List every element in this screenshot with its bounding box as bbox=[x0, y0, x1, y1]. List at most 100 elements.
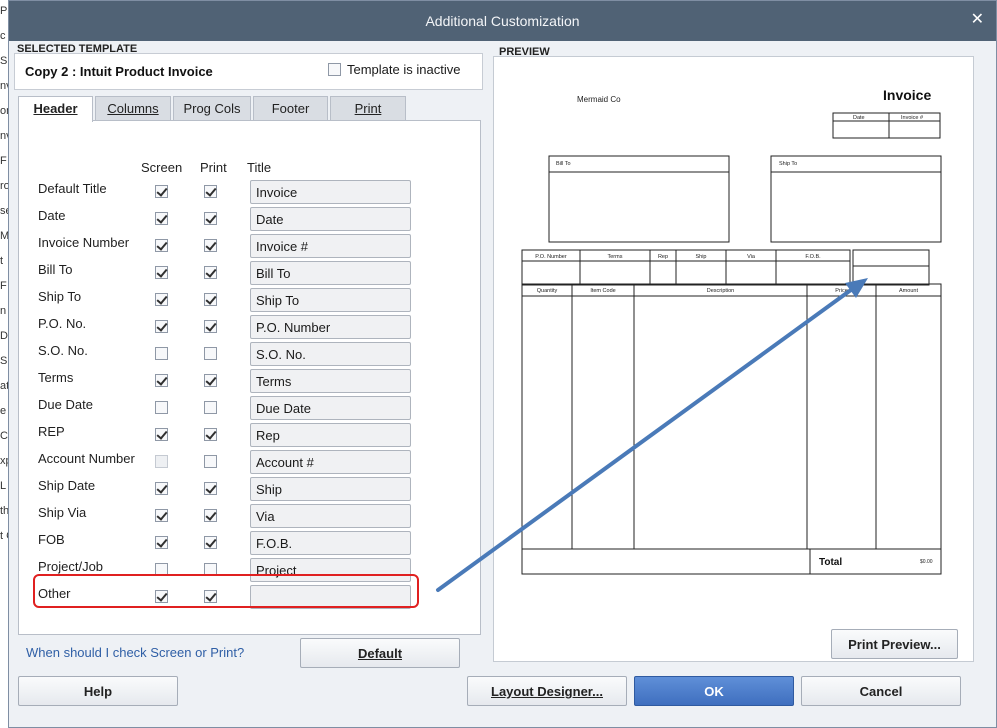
screen-checkbox[interactable] bbox=[155, 293, 168, 306]
field-label: Default Title bbox=[38, 181, 107, 196]
field-label: Ship Via bbox=[38, 505, 87, 520]
field-label: Terms bbox=[38, 370, 74, 385]
tab-strip: Header Columns Prog Cols Footer Print bbox=[18, 96, 408, 122]
template-inactive-checkbox[interactable] bbox=[328, 63, 341, 76]
ok-button[interactable]: OK bbox=[634, 676, 794, 706]
field-row: S.O. No. S.O. No. bbox=[10, 342, 486, 369]
title-input[interactable]: Rep bbox=[250, 423, 411, 447]
tab-print[interactable]: Print bbox=[330, 96, 406, 120]
field-row: P.O. No. P.O. Number bbox=[10, 315, 486, 342]
screen-checkbox[interactable] bbox=[155, 185, 168, 198]
preview-line-header: Description bbox=[707, 288, 735, 294]
print-checkbox[interactable] bbox=[204, 293, 217, 306]
window-title: Additional Customization bbox=[425, 13, 580, 29]
title-input[interactable]: Bill To bbox=[250, 261, 411, 285]
field-row: REP Rep bbox=[10, 423, 486, 450]
screen-checkbox[interactable] bbox=[155, 320, 168, 333]
field-label: P.O. No. bbox=[38, 316, 87, 331]
screen-column-header: Screen bbox=[141, 160, 183, 175]
invoice-preview-drawing: Mermaid Co Invoice Date Invoice # Bill T… bbox=[521, 87, 942, 575]
title-input[interactable]: Ship To bbox=[250, 288, 411, 312]
title-input[interactable]: Ship bbox=[250, 477, 411, 501]
preview-line-header: Item Code bbox=[590, 288, 615, 294]
title-input[interactable]: F.O.B. bbox=[250, 531, 411, 555]
field-label: Bill To bbox=[38, 262, 73, 277]
field-row: Date Date bbox=[10, 207, 486, 234]
preview-total-label: Total bbox=[819, 557, 842, 568]
invoice-preview: Mermaid Co Invoice Date Invoice # Bill T… bbox=[493, 56, 974, 662]
default-button[interactable]: Default bbox=[300, 638, 460, 668]
template-name: Copy 2 : Intuit Product Invoice bbox=[25, 64, 213, 79]
tab-prog-cols[interactable]: Prog Cols bbox=[173, 96, 251, 120]
print-checkbox[interactable] bbox=[204, 428, 217, 441]
print-checkbox[interactable] bbox=[204, 374, 217, 387]
preview-lines-table bbox=[521, 283, 942, 575]
field-label: S.O. No. bbox=[38, 343, 88, 358]
screen-checkbox[interactable] bbox=[155, 239, 168, 252]
screen-checkbox[interactable] bbox=[155, 401, 168, 414]
print-checkbox[interactable] bbox=[204, 482, 217, 495]
screen-checkbox[interactable] bbox=[155, 212, 168, 225]
title-input[interactable]: P.O. Number bbox=[250, 315, 411, 339]
title-bar: Additional Customization ✕ bbox=[9, 1, 996, 41]
preview-line-columns: Quantity Item Code Description Price Amount bbox=[537, 284, 918, 549]
title-input[interactable]: S.O. No. bbox=[250, 342, 411, 366]
title-input[interactable]: Due Date bbox=[250, 396, 411, 420]
screen-print-help-link[interactable]: When should I check Screen or Print? bbox=[26, 645, 244, 660]
tab-header[interactable]: Header bbox=[18, 96, 93, 122]
close-icon[interactable]: ✕ bbox=[971, 9, 984, 29]
field-row: Ship To Ship To bbox=[10, 288, 486, 315]
preview-bill-to-label: Bill To bbox=[556, 161, 571, 167]
preview-ship-to-box bbox=[770, 155, 942, 243]
preview-other-box bbox=[852, 249, 930, 286]
preview-info-header: Rep bbox=[658, 254, 668, 260]
field-row: Terms Terms bbox=[10, 369, 486, 396]
print-preview-button[interactable]: Print Preview... bbox=[831, 629, 958, 659]
template-inactive-option[interactable]: Template is inactive bbox=[328, 62, 460, 77]
screen-checkbox[interactable] bbox=[155, 374, 168, 387]
print-checkbox[interactable] bbox=[204, 185, 217, 198]
tab-footer[interactable]: Footer bbox=[253, 96, 328, 120]
preview-line-header: Quantity bbox=[537, 288, 558, 294]
preview-ship-to-label: Ship To bbox=[779, 161, 797, 167]
print-checkbox[interactable] bbox=[204, 320, 217, 333]
background-fragment-text: L bbox=[0, 480, 7, 492]
title-input[interactable]: Invoice # bbox=[250, 234, 411, 258]
preview-total-value: $0.00 bbox=[920, 559, 933, 565]
screen-checkbox[interactable] bbox=[155, 347, 168, 360]
help-button[interactable]: Help bbox=[18, 676, 178, 706]
print-checkbox[interactable] bbox=[204, 401, 217, 414]
screen-checkbox[interactable] bbox=[155, 509, 168, 522]
tab-footer-label: Footer bbox=[271, 101, 310, 116]
screen-checkbox[interactable] bbox=[155, 482, 168, 495]
background-fragment-text: S bbox=[0, 55, 8, 67]
screen-checkbox[interactable] bbox=[155, 428, 168, 441]
layout-designer-button-label: Layout Designer... bbox=[491, 684, 603, 699]
title-input[interactable]: Terms bbox=[250, 369, 411, 393]
title-input[interactable]: Account # bbox=[250, 450, 411, 474]
screen-checkbox[interactable] bbox=[155, 536, 168, 549]
screen-checkbox[interactable] bbox=[155, 266, 168, 279]
field-label: Date bbox=[38, 208, 66, 223]
print-checkbox[interactable] bbox=[204, 239, 217, 252]
title-input[interactable]: Via bbox=[250, 504, 411, 528]
tab-print-label: Print bbox=[354, 101, 382, 116]
print-checkbox[interactable] bbox=[204, 455, 217, 468]
tab-header-label: Header bbox=[33, 101, 78, 116]
title-input[interactable]: Date bbox=[250, 207, 411, 231]
title-input[interactable]: Invoice bbox=[250, 180, 411, 204]
background-fragment-text: n bbox=[0, 305, 7, 317]
print-checkbox[interactable] bbox=[204, 536, 217, 549]
layout-designer-button[interactable]: Layout Designer... bbox=[467, 676, 627, 706]
print-checkbox[interactable] bbox=[204, 347, 217, 360]
tab-prog-cols-label: Prog Cols bbox=[183, 101, 241, 116]
background-fragment-text: D bbox=[0, 330, 8, 342]
background-fragment-text: C bbox=[0, 430, 8, 442]
field-row: Due Date Due Date bbox=[10, 396, 486, 423]
print-checkbox[interactable] bbox=[204, 212, 217, 225]
print-checkbox[interactable] bbox=[204, 509, 217, 522]
tab-columns[interactable]: Columns bbox=[95, 96, 171, 120]
print-checkbox[interactable] bbox=[204, 266, 217, 279]
field-row: Invoice Number Invoice # bbox=[10, 234, 486, 261]
cancel-button[interactable]: Cancel bbox=[801, 676, 961, 706]
